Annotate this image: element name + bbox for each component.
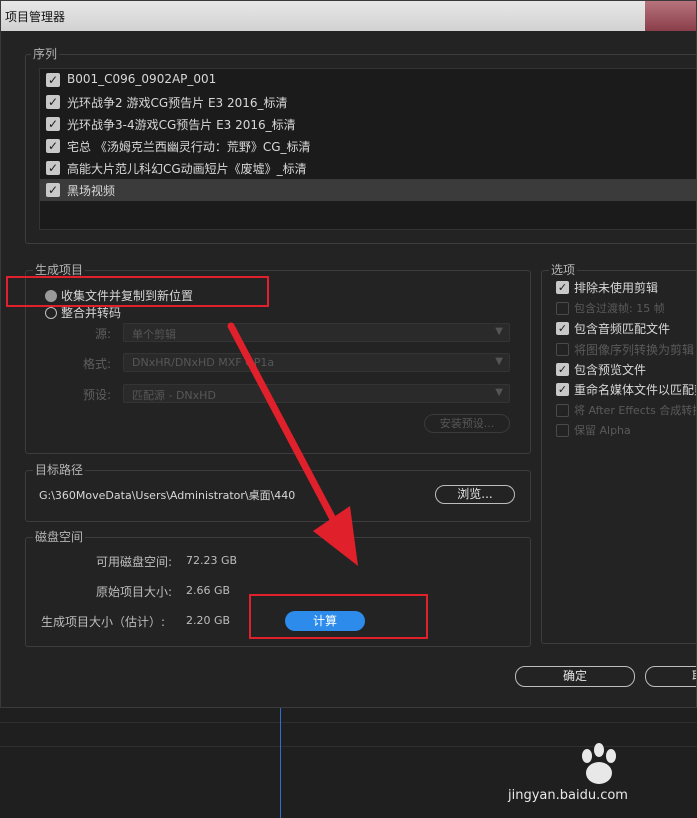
playhead-line — [280, 708, 281, 818]
annotation-arrow-icon — [227, 322, 358, 566]
project-manager-dialog: 项目管理器 序列 ✓ B001_C096_0902AP_001 ✓ 光环战争2 … — [0, 0, 697, 708]
baidu-paw-logo-icon — [582, 743, 616, 784]
divider — [0, 722, 697, 723]
watermark-url: jingyan.baidu.com — [508, 788, 628, 803]
